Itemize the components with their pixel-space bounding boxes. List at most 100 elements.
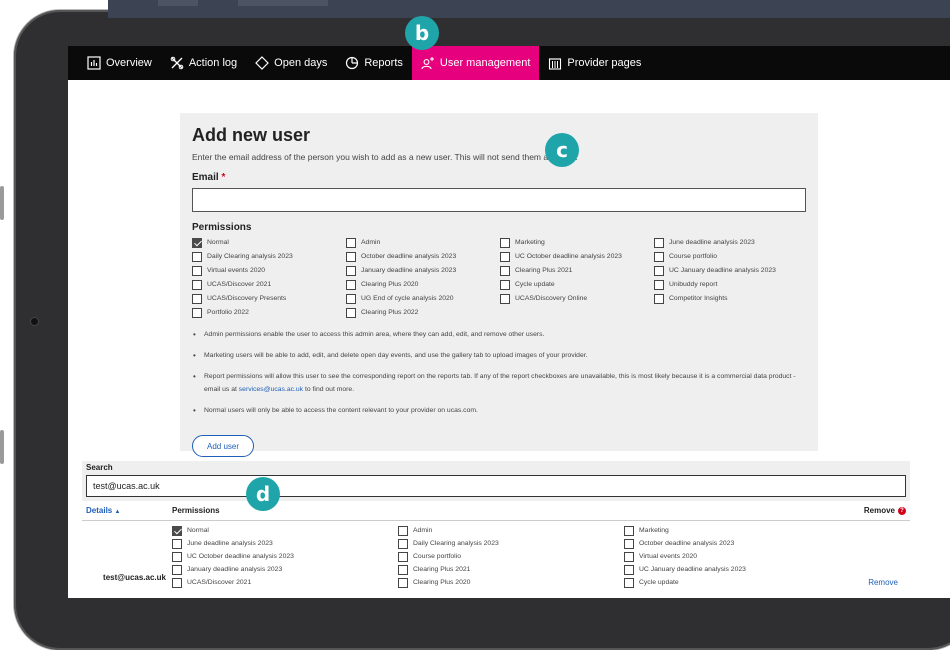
permission-label: June deadline analysis 2023 (669, 239, 755, 246)
checkbox[interactable] (624, 525, 634, 536)
permission-option[interactable]: Marketing (624, 525, 850, 536)
nav-open-days[interactable]: Open days (246, 46, 336, 80)
nav-reports[interactable]: Reports (336, 46, 412, 80)
checkbox[interactable] (654, 251, 664, 262)
checkbox-checked[interactable] (192, 237, 202, 248)
permission-option[interactable]: UCAS/Discovery Online (500, 293, 654, 304)
permission-option[interactable]: UC January deadline analysis 2023 (654, 265, 808, 276)
permission-option[interactable]: Course portfolio (654, 251, 808, 262)
permission-option[interactable]: Clearing Plus 2022 (346, 307, 500, 318)
checkbox[interactable] (346, 279, 356, 290)
user-list-header: Details ▲ Permissions Remove? (82, 501, 910, 521)
permission-option[interactable]: Clearing Plus 2020 (398, 577, 624, 588)
permission-option[interactable]: October deadline analysis 2023 (346, 251, 500, 262)
permission-option[interactable]: Competitor Insights (654, 293, 808, 304)
search-input[interactable]: test@ucas.ac.uk (86, 475, 906, 497)
permission-option[interactable]: January deadline analysis 2023 (172, 564, 398, 575)
permission-notes: Admin permissions enable the user to acc… (192, 328, 806, 417)
checkbox[interactable] (346, 307, 356, 318)
permission-option[interactable]: Portfolio 2022 (192, 307, 346, 318)
checkbox[interactable] (654, 237, 664, 248)
permission-option[interactable]: Daily Clearing analysis 2023 (398, 538, 624, 549)
checkbox[interactable] (172, 564, 182, 575)
permission-option[interactable]: UCAS/Discovery Presents (192, 293, 346, 304)
nav-action-log[interactable]: Action log (161, 46, 246, 80)
permission-label: Marketing (639, 527, 669, 534)
checkbox[interactable] (398, 564, 408, 575)
checkbox[interactable] (398, 538, 408, 549)
permission-option[interactable]: Clearing Plus 2020 (346, 279, 500, 290)
permission-option[interactable]: Virtual events 2020 (624, 551, 850, 562)
permission-option[interactable]: Clearing Plus 2021 (398, 564, 624, 575)
checkbox[interactable] (346, 237, 356, 248)
email-field[interactable] (192, 188, 806, 212)
checkbox[interactable] (192, 251, 202, 262)
permission-option[interactable]: UG End of cycle analysis 2020 (346, 293, 500, 304)
permission-option[interactable]: Clearing Plus 2021 (500, 265, 654, 276)
nav-provider-pages[interactable]: Provider pages (539, 46, 650, 80)
permission-option[interactable]: Marketing (500, 237, 654, 248)
permission-option[interactable]: UC January deadline analysis 2023 (624, 564, 850, 575)
permission-option[interactable]: Normal (192, 237, 346, 248)
help-icon[interactable]: ? (898, 506, 906, 515)
permission-option[interactable]: Cycle update (500, 279, 654, 290)
services-email-link[interactable]: services@ucas.ac.uk (239, 386, 303, 393)
checkbox[interactable] (624, 538, 634, 549)
permissions-header: Permissions (172, 506, 220, 515)
checkbox[interactable] (192, 293, 202, 304)
permission-option[interactable]: UC October deadline analysis 2023 (500, 251, 654, 262)
permission-option[interactable]: June deadline analysis 2023 (654, 237, 808, 248)
checkbox[interactable] (346, 251, 356, 262)
permission-option[interactable]: June deadline analysis 2023 (172, 538, 398, 549)
user-search-panel: Search test@ucas.ac.uk Details ▲ Permiss… (82, 461, 910, 598)
permission-option[interactable]: Unibuddy report (654, 279, 808, 290)
checkbox[interactable] (500, 265, 510, 276)
checkbox[interactable] (654, 265, 664, 276)
permission-option[interactable]: January deadline analysis 2023 (346, 265, 500, 276)
permission-option[interactable]: Course portfolio (398, 551, 624, 562)
checkbox[interactable] (500, 251, 510, 262)
checkbox[interactable] (500, 237, 510, 248)
checkbox[interactable] (624, 551, 634, 562)
checkbox[interactable] (192, 307, 202, 318)
nav-overview[interactable]: Overview (78, 46, 161, 80)
checkbox[interactable] (346, 265, 356, 276)
checkbox[interactable] (398, 525, 408, 536)
checkbox[interactable] (172, 538, 182, 549)
permission-label: Virtual events 2020 (639, 553, 698, 560)
permission-option[interactable]: Admin (346, 237, 500, 248)
permission-option[interactable]: Admin (398, 525, 624, 536)
required-marker: * (221, 172, 226, 183)
checkbox[interactable] (500, 279, 510, 290)
permission-label: UC January deadline analysis 2023 (669, 267, 776, 274)
checkbox-checked[interactable] (172, 525, 182, 536)
checkbox[interactable] (172, 577, 182, 588)
note-normal: Normal users will only be able to access… (192, 404, 806, 417)
checkbox[interactable] (500, 293, 510, 304)
details-sort-header[interactable]: Details ▲ (86, 506, 120, 515)
add-user-button[interactable]: Add user (192, 435, 255, 457)
user-email: test@ucas.ac.uk (103, 573, 166, 582)
checkbox[interactable] (398, 551, 408, 562)
checkbox[interactable] (624, 564, 634, 575)
checkbox[interactable] (192, 265, 202, 276)
permission-option[interactable]: Virtual events 2020 (192, 265, 346, 276)
checkbox[interactable] (346, 293, 356, 304)
permission-option[interactable]: Cycle update (624, 577, 850, 588)
permissions-checkbox-grid: Normal Admin Marketing June deadline analys… (192, 237, 806, 318)
permission-option[interactable]: October deadline analysis 2023 (624, 538, 850, 549)
remove-user-link[interactable]: Remove (868, 578, 898, 587)
permission-option[interactable]: UC October deadline analysis 2023 (172, 551, 398, 562)
permission-option[interactable]: Daily Clearing analysis 2023 (192, 251, 346, 262)
checkbox[interactable] (654, 279, 664, 290)
checkbox[interactable] (192, 279, 202, 290)
checkbox[interactable] (398, 577, 408, 588)
checkbox[interactable] (624, 577, 634, 588)
checkbox[interactable] (172, 551, 182, 562)
nav-user-management[interactable]: User management (411, 46, 540, 80)
permission-option[interactable]: UCAS/Discover 2021 (192, 279, 346, 290)
checkbox[interactable] (654, 293, 664, 304)
permission-option[interactable]: Normal (172, 525, 398, 536)
search-label: Search (86, 463, 113, 472)
permission-option[interactable]: UCAS/Discover 2021 (172, 577, 398, 588)
